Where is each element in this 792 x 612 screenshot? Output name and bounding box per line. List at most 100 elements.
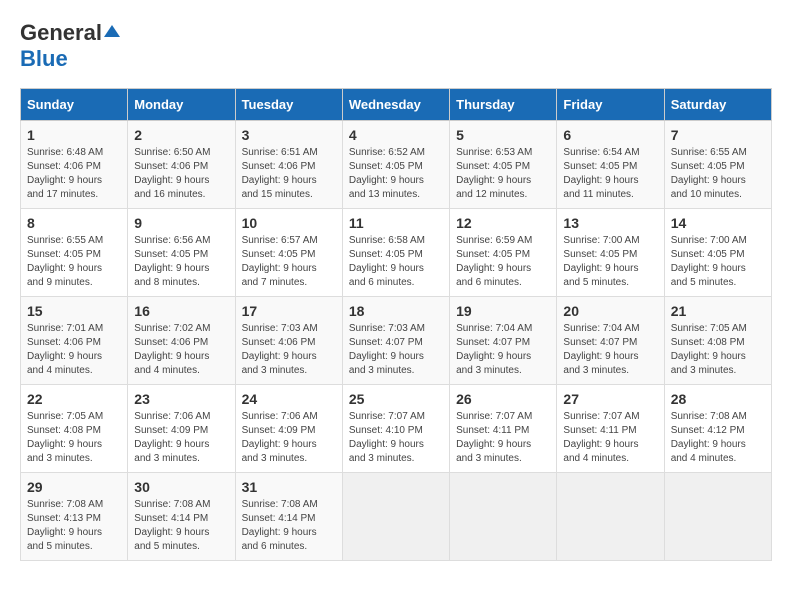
calendar-day-cell: 23 Sunrise: 7:06 AM Sunset: 4:09 PM Dayl… — [128, 385, 235, 473]
day-info: Sunrise: 7:07 AM Sunset: 4:10 PM Dayligh… — [349, 410, 443, 466]
day-number: 3 — [242, 127, 336, 143]
day-number: 29 — [27, 479, 121, 495]
day-info: Sunrise: 6:57 AM Sunset: 4:05 PM Dayligh… — [242, 234, 336, 290]
calendar-day-cell: 22 Sunrise: 7:05 AM Sunset: 4:08 PM Dayl… — [21, 385, 128, 473]
calendar-day-cell: 31 Sunrise: 7:08 AM Sunset: 4:14 PM Dayl… — [235, 473, 342, 561]
calendar-day-cell: 4 Sunrise: 6:52 AM Sunset: 4:05 PM Dayli… — [342, 121, 449, 209]
calendar-day-cell: 24 Sunrise: 7:06 AM Sunset: 4:09 PM Dayl… — [235, 385, 342, 473]
calendar-day-cell: 11 Sunrise: 6:58 AM Sunset: 4:05 PM Dayl… — [342, 209, 449, 297]
calendar-day-cell: 15 Sunrise: 7:01 AM Sunset: 4:06 PM Dayl… — [21, 297, 128, 385]
day-info: Sunrise: 7:04 AM Sunset: 4:07 PM Dayligh… — [563, 322, 657, 378]
day-info: Sunrise: 6:55 AM Sunset: 4:05 PM Dayligh… — [27, 234, 121, 290]
day-number: 15 — [27, 303, 121, 319]
day-number: 24 — [242, 391, 336, 407]
calendar-day-cell: 2 Sunrise: 6:50 AM Sunset: 4:06 PM Dayli… — [128, 121, 235, 209]
calendar-week-row: 22 Sunrise: 7:05 AM Sunset: 4:08 PM Dayl… — [21, 385, 772, 473]
calendar-week-row: 8 Sunrise: 6:55 AM Sunset: 4:05 PM Dayli… — [21, 209, 772, 297]
calendar-day-cell: 16 Sunrise: 7:02 AM Sunset: 4:06 PM Dayl… — [128, 297, 235, 385]
day-info: Sunrise: 7:06 AM Sunset: 4:09 PM Dayligh… — [242, 410, 336, 466]
day-info: Sunrise: 7:08 AM Sunset: 4:14 PM Dayligh… — [242, 498, 336, 554]
logo: General Blue — [20, 20, 120, 72]
day-number: 9 — [134, 215, 228, 231]
logo-general-text: General — [20, 20, 102, 46]
calendar-day-cell: 18 Sunrise: 7:03 AM Sunset: 4:07 PM Dayl… — [342, 297, 449, 385]
weekday-header-saturday: Saturday — [664, 89, 771, 121]
logo-triangle-icon — [104, 23, 120, 39]
calendar-day-cell: 26 Sunrise: 7:07 AM Sunset: 4:11 PM Dayl… — [450, 385, 557, 473]
day-number: 1 — [27, 127, 121, 143]
day-info: Sunrise: 6:58 AM Sunset: 4:05 PM Dayligh… — [349, 234, 443, 290]
empty-cell — [450, 473, 557, 561]
weekday-header-monday: Monday — [128, 89, 235, 121]
calendar-week-row: 29 Sunrise: 7:08 AM Sunset: 4:13 PM Dayl… — [21, 473, 772, 561]
calendar-day-cell: 21 Sunrise: 7:05 AM Sunset: 4:08 PM Dayl… — [664, 297, 771, 385]
day-info: Sunrise: 7:08 AM Sunset: 4:13 PM Dayligh… — [27, 498, 121, 554]
day-info: Sunrise: 6:54 AM Sunset: 4:05 PM Dayligh… — [563, 146, 657, 202]
day-info: Sunrise: 7:05 AM Sunset: 4:08 PM Dayligh… — [671, 322, 765, 378]
weekday-header-tuesday: Tuesday — [235, 89, 342, 121]
calendar-day-cell: 17 Sunrise: 7:03 AM Sunset: 4:06 PM Dayl… — [235, 297, 342, 385]
calendar-day-cell: 14 Sunrise: 7:00 AM Sunset: 4:05 PM Dayl… — [664, 209, 771, 297]
day-number: 17 — [242, 303, 336, 319]
day-number: 13 — [563, 215, 657, 231]
day-number: 18 — [349, 303, 443, 319]
weekday-header-thursday: Thursday — [450, 89, 557, 121]
weekday-header-friday: Friday — [557, 89, 664, 121]
calendar-day-cell: 25 Sunrise: 7:07 AM Sunset: 4:10 PM Dayl… — [342, 385, 449, 473]
calendar-day-cell: 28 Sunrise: 7:08 AM Sunset: 4:12 PM Dayl… — [664, 385, 771, 473]
day-info: Sunrise: 7:06 AM Sunset: 4:09 PM Dayligh… — [134, 410, 228, 466]
day-number: 6 — [563, 127, 657, 143]
weekday-header-row: SundayMondayTuesdayWednesdayThursdayFrid… — [21, 89, 772, 121]
calendar-day-cell: 7 Sunrise: 6:55 AM Sunset: 4:05 PM Dayli… — [664, 121, 771, 209]
calendar-week-row: 1 Sunrise: 6:48 AM Sunset: 4:06 PM Dayli… — [21, 121, 772, 209]
calendar-day-cell: 27 Sunrise: 7:07 AM Sunset: 4:11 PM Dayl… — [557, 385, 664, 473]
day-number: 7 — [671, 127, 765, 143]
day-number: 22 — [27, 391, 121, 407]
day-info: Sunrise: 6:50 AM Sunset: 4:06 PM Dayligh… — [134, 146, 228, 202]
day-number: 5 — [456, 127, 550, 143]
day-info: Sunrise: 6:51 AM Sunset: 4:06 PM Dayligh… — [242, 146, 336, 202]
day-info: Sunrise: 7:03 AM Sunset: 4:07 PM Dayligh… — [349, 322, 443, 378]
empty-cell — [664, 473, 771, 561]
day-number: 10 — [242, 215, 336, 231]
calendar-day-cell: 13 Sunrise: 7:00 AM Sunset: 4:05 PM Dayl… — [557, 209, 664, 297]
calendar-day-cell: 5 Sunrise: 6:53 AM Sunset: 4:05 PM Dayli… — [450, 121, 557, 209]
logo-blue-text: Blue — [20, 46, 68, 71]
day-number: 12 — [456, 215, 550, 231]
day-number: 11 — [349, 215, 443, 231]
calendar-day-cell: 20 Sunrise: 7:04 AM Sunset: 4:07 PM Dayl… — [557, 297, 664, 385]
day-number: 30 — [134, 479, 228, 495]
day-number: 2 — [134, 127, 228, 143]
day-info: Sunrise: 6:56 AM Sunset: 4:05 PM Dayligh… — [134, 234, 228, 290]
empty-cell — [557, 473, 664, 561]
day-number: 4 — [349, 127, 443, 143]
calendar-day-cell: 9 Sunrise: 6:56 AM Sunset: 4:05 PM Dayli… — [128, 209, 235, 297]
calendar-week-row: 15 Sunrise: 7:01 AM Sunset: 4:06 PM Dayl… — [21, 297, 772, 385]
day-info: Sunrise: 7:08 AM Sunset: 4:14 PM Dayligh… — [134, 498, 228, 554]
day-info: Sunrise: 7:05 AM Sunset: 4:08 PM Dayligh… — [27, 410, 121, 466]
day-info: Sunrise: 7:08 AM Sunset: 4:12 PM Dayligh… — [671, 410, 765, 466]
calendar-table: SundayMondayTuesdayWednesdayThursdayFrid… — [20, 88, 772, 561]
day-info: Sunrise: 7:00 AM Sunset: 4:05 PM Dayligh… — [671, 234, 765, 290]
empty-cell — [342, 473, 449, 561]
day-info: Sunrise: 7:00 AM Sunset: 4:05 PM Dayligh… — [563, 234, 657, 290]
day-info: Sunrise: 7:07 AM Sunset: 4:11 PM Dayligh… — [563, 410, 657, 466]
day-number: 8 — [27, 215, 121, 231]
day-info: Sunrise: 7:01 AM Sunset: 4:06 PM Dayligh… — [27, 322, 121, 378]
calendar-day-cell: 19 Sunrise: 7:04 AM Sunset: 4:07 PM Dayl… — [450, 297, 557, 385]
day-info: Sunrise: 7:04 AM Sunset: 4:07 PM Dayligh… — [456, 322, 550, 378]
calendar-day-cell: 10 Sunrise: 6:57 AM Sunset: 4:05 PM Dayl… — [235, 209, 342, 297]
day-number: 28 — [671, 391, 765, 407]
calendar-day-cell: 8 Sunrise: 6:55 AM Sunset: 4:05 PM Dayli… — [21, 209, 128, 297]
day-info: Sunrise: 6:55 AM Sunset: 4:05 PM Dayligh… — [671, 146, 765, 202]
day-info: Sunrise: 7:07 AM Sunset: 4:11 PM Dayligh… — [456, 410, 550, 466]
day-number: 20 — [563, 303, 657, 319]
day-number: 14 — [671, 215, 765, 231]
calendar-day-cell: 29 Sunrise: 7:08 AM Sunset: 4:13 PM Dayl… — [21, 473, 128, 561]
day-info: Sunrise: 6:53 AM Sunset: 4:05 PM Dayligh… — [456, 146, 550, 202]
day-number: 25 — [349, 391, 443, 407]
day-info: Sunrise: 7:02 AM Sunset: 4:06 PM Dayligh… — [134, 322, 228, 378]
day-info: Sunrise: 6:52 AM Sunset: 4:05 PM Dayligh… — [349, 146, 443, 202]
day-number: 31 — [242, 479, 336, 495]
day-number: 19 — [456, 303, 550, 319]
